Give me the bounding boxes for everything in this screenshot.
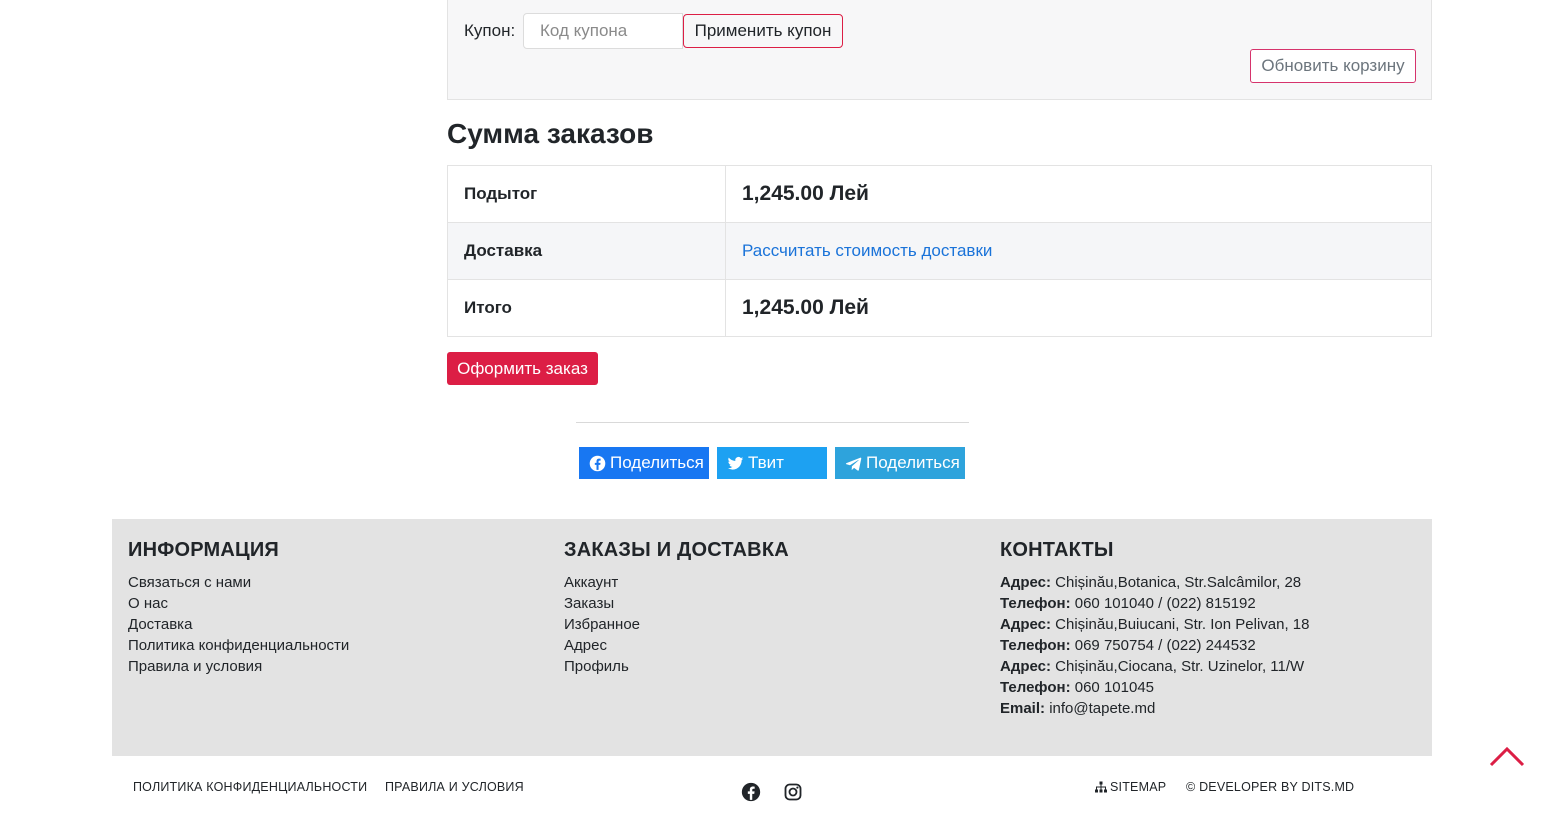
share-twitter-label: Твит <box>748 453 784 472</box>
divider <box>576 422 969 423</box>
sitemap-icon <box>1095 781 1107 793</box>
bottom-privacy-link[interactable]: Политика конфиденциальности <box>133 780 367 794</box>
telegram-icon <box>845 457 862 471</box>
checkout-button[interactable]: Оформить заказ <box>447 352 598 385</box>
share-facebook-label: Поделиться <box>610 453 704 472</box>
footer-orders-column: ЗАКАЗЫ И ДОСТАВКА Аккаунт Заказы Избранн… <box>564 539 789 677</box>
shipping-row: Доставка Рассчитать стоимость доставки <box>447 222 1432 280</box>
share-telegram-button[interactable]: Поделиться <box>835 447 965 479</box>
footer-link-delivery[interactable]: Доставка <box>128 616 192 633</box>
developer-credit: © Developer by dits.md <box>1186 780 1355 794</box>
footer-link-privacy[interactable]: Политика конфиденциальности <box>128 637 349 654</box>
subtotal-label: Подытог <box>447 165 726 223</box>
footer-link-wishlist[interactable]: Избранное <box>564 616 640 633</box>
total-label: Итого <box>447 279 726 337</box>
contact-item: Адрес: Chișinău,Buiucani, Str. Ion Peliv… <box>1000 616 1310 633</box>
footer-link-account[interactable]: Аккаунт <box>564 574 618 591</box>
facebook-icon <box>589 455 606 471</box>
subtotal-amount: 1,245.00 Лей <box>742 182 869 205</box>
update-cart-button[interactable]: Обновить корзину <box>1250 49 1416 83</box>
share-twitter-button[interactable]: Твит <box>717 447 827 479</box>
footer-link-profile[interactable]: Профиль <box>564 658 629 675</box>
contact-item: Телефон: 060 101040 / (022) 815192 <box>1000 595 1256 612</box>
sitemap-label: Sitemap <box>1110 780 1167 794</box>
footer: ИНФОРМАЦИЯ Связаться с нами О нас Достав… <box>112 519 1432 756</box>
footer-contacts-title: КОНТАКТЫ <box>1000 539 1114 561</box>
subtotal-row: Подытог 1,245.00 Лей <box>447 165 1432 223</box>
apply-coupon-button[interactable]: Применить купон <box>683 14 843 48</box>
total-row: Итого 1,245.00 Лей <box>447 279 1432 337</box>
bottom-bar: Политика конфиденциальности Правила и ус… <box>112 756 1432 821</box>
cart-totals-title: Сумма заказов <box>447 118 654 149</box>
coupon-label: Купон: <box>464 21 516 40</box>
bottom-terms-link[interactable]: Правила и условия <box>385 780 524 794</box>
sitemap-link[interactable]: Sitemap <box>1095 780 1166 794</box>
footer-info-title: ИНФОРМАЦИЯ <box>128 539 279 561</box>
footer-link-orders[interactable]: Заказы <box>564 595 614 612</box>
contact-item: Телефон: 060 101045 <box>1000 679 1154 696</box>
footer-info-column: ИНФОРМАЦИЯ Связаться с нами О нас Достав… <box>128 539 349 677</box>
footer-orders-title: ЗАКАЗЫ И ДОСТАВКА <box>564 539 789 561</box>
footer-link-contact[interactable]: Связаться с нами <box>128 574 251 591</box>
footer-link-about[interactable]: О нас <box>128 595 168 612</box>
share-facebook-button[interactable]: Поделиться <box>579 447 709 479</box>
twitter-icon <box>727 456 744 470</box>
coupon-code-input[interactable] <box>523 13 683 49</box>
instagram-icon[interactable] <box>783 782 803 802</box>
footer-link-terms[interactable]: Правила и условия <box>128 658 262 675</box>
total-amount: 1,245.00 Лей <box>742 296 869 319</box>
contact-item: Адрес: Chișinău,Botanica, Str.Salcâmilor… <box>1000 574 1302 591</box>
shipping-label: Доставка <box>447 222 726 280</box>
contact-item: Email: info@tapete.md <box>1000 700 1156 717</box>
share-telegram-label: Поделиться <box>866 453 960 472</box>
footer-link-address[interactable]: Адрес <box>564 637 607 654</box>
facebook-icon[interactable] <box>741 782 761 802</box>
contact-item: Адрес: Chișinău,Ciocana, Str. Uzinelor, … <box>1000 658 1305 675</box>
scroll-to-top-icon[interactable] <box>1489 744 1525 768</box>
cart-totals-table: Подытог 1,245.00 Лей Доставка Рассчитать… <box>447 165 1432 337</box>
footer-contacts-column: КОНТАКТЫ Адрес: Chișinău,Botanica, Str.S… <box>1000 539 1310 719</box>
calculate-shipping-link[interactable]: Рассчитать стоимость доставки <box>742 241 992 260</box>
coupon-section: Купон: Применить купон Обновить корзину <box>447 0 1432 100</box>
contact-item: Телефон: 069 750754 / (022) 244532 <box>1000 637 1256 654</box>
